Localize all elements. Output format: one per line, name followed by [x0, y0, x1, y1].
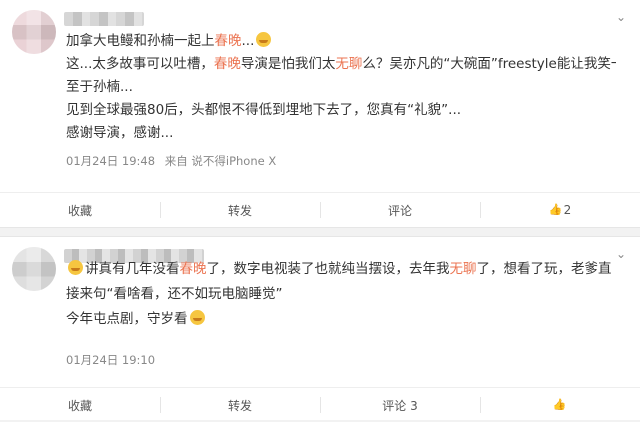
username-blurred[interactable]: [64, 12, 144, 26]
avatar[interactable]: [12, 10, 56, 54]
comment-text-segment: 这...太多故事可以吐槽，: [66, 56, 214, 72]
comment-text-segment: 今年屯点剧，守岁看: [66, 311, 188, 327]
repost-button[interactable]: 转发: [160, 193, 320, 227]
comment-date: 01月24日 19:10: [66, 353, 156, 367]
comment-text-segment: 加拿大电鳗和孙楠一起上: [66, 33, 215, 49]
comment-text-segment: 了，想看了玩，老爹直: [476, 261, 612, 277]
like-button[interactable]: 👍 2: [480, 193, 640, 227]
comment-line: 这...太多故事可以吐槽，春晚导演是怕我们太无聊么？吴亦凡的“大碗面”frees…: [66, 53, 616, 76]
thumb-up-icon: 👍: [552, 398, 567, 411]
comment-card: ⌄ 加拿大电鳗和孙楠一起上春晚... 这...太多故事可以吐槽，春晚导演是怕我们太…: [0, 0, 640, 228]
comment-line: 今年屯点剧，守岁看: [66, 307, 616, 332]
grin-emoji: [256, 32, 272, 47]
chevron-down-icon[interactable]: ⌄: [614, 247, 628, 261]
comment-date: 01月24日 19:48: [66, 154, 156, 168]
comment-button[interactable]: 评论: [320, 193, 480, 227]
comment-line: 接来句“看啥看，还不如玩电脑睡觉”: [66, 282, 616, 307]
action-bar: 收藏 转发 评论 👍 2: [0, 192, 640, 227]
avatar[interactable]: [12, 247, 56, 291]
chevron-down-icon[interactable]: ⌄: [614, 10, 628, 24]
comment-text: 加拿大电鳗和孙楠一起上春晚... 这...太多故事可以吐槽，春晚导演是怕我们太无聊…: [66, 30, 616, 145]
comment-meta: 01月24日 19:10: [66, 352, 161, 368]
laugh-emoji: [68, 260, 83, 275]
comment-text: 讲真有几年没看春晚了，数字电视装了也就纯当摆设，去年我无聊了，想看了玩，老爹直接…: [66, 257, 616, 332]
collect-button[interactable]: 收藏: [0, 388, 160, 422]
comment-text-segment: 感谢导演，感谢...: [66, 125, 174, 141]
comment-text-segment: 讲真有几年没看: [85, 261, 180, 277]
action-bar: 收藏 转发 评论 3 👍: [0, 387, 640, 422]
comment-line: 讲真有几年没看春晚了，数字电视装了也就纯当摆设，去年我无聊了，想看了玩，老爹直: [66, 257, 616, 282]
keyword-highlight: 无聊: [335, 56, 363, 72]
comment-line: 至于孙楠...: [66, 76, 616, 99]
comment-text-segment: 么？吴亦凡的“大碗面”freestyle能让我笑一晚...: [362, 56, 616, 72]
like-button[interactable]: 👍: [480, 388, 640, 422]
comment-text-segment: ...: [241, 33, 255, 49]
comment-line: 见到全球最强80后，头都恨不得低到埋地下去了，您真有“礼貌”...: [66, 99, 616, 122]
repost-button[interactable]: 转发: [160, 388, 320, 422]
comment-text-segment: 导演是怕我们太: [240, 56, 336, 72]
keyword-highlight: 春晚: [179, 261, 207, 277]
keyword-highlight: 春晚: [213, 56, 241, 72]
comment-text-segment: 接来句“看啥看，还不如玩电脑睡觉”: [66, 286, 283, 302]
keyword-highlight: 无聊: [449, 261, 477, 277]
comment-line: 加拿大电鳗和孙楠一起上春晚...: [66, 30, 616, 53]
thumb-up-icon: 👍: [548, 203, 563, 216]
comment-card: ⌄ 讲真有几年没看春晚了，数字电视装了也就纯当摆设，去年我无聊了，想看了玩，老爹…: [0, 236, 640, 420]
comment-meta: 01月24日 19:48 来自 说不得iPhone X: [66, 153, 282, 169]
comment-button[interactable]: 评论 3: [320, 388, 480, 422]
comment-text-segment: 见到全球最强80后，头都恨不得低到埋地下去了，您真有“礼貌”...: [66, 102, 462, 118]
comment-line: 感谢导演，感谢...: [66, 122, 616, 145]
comment-text-segment: 至于孙楠...: [66, 79, 133, 95]
comment-source: 来自 说不得iPhone X: [164, 154, 277, 168]
keyword-highlight: 春晚: [214, 33, 242, 49]
comment-text-segment: 了，数字电视装了也就纯当摆设，去年我: [206, 261, 450, 277]
collect-button[interactable]: 收藏: [0, 193, 160, 227]
yum-emoji: [189, 310, 205, 325]
comment-feed: ⌄ 加拿大电鳗和孙楠一起上春晚... 这...太多故事可以吐槽，春晚导演是怕我们太…: [0, 0, 640, 420]
